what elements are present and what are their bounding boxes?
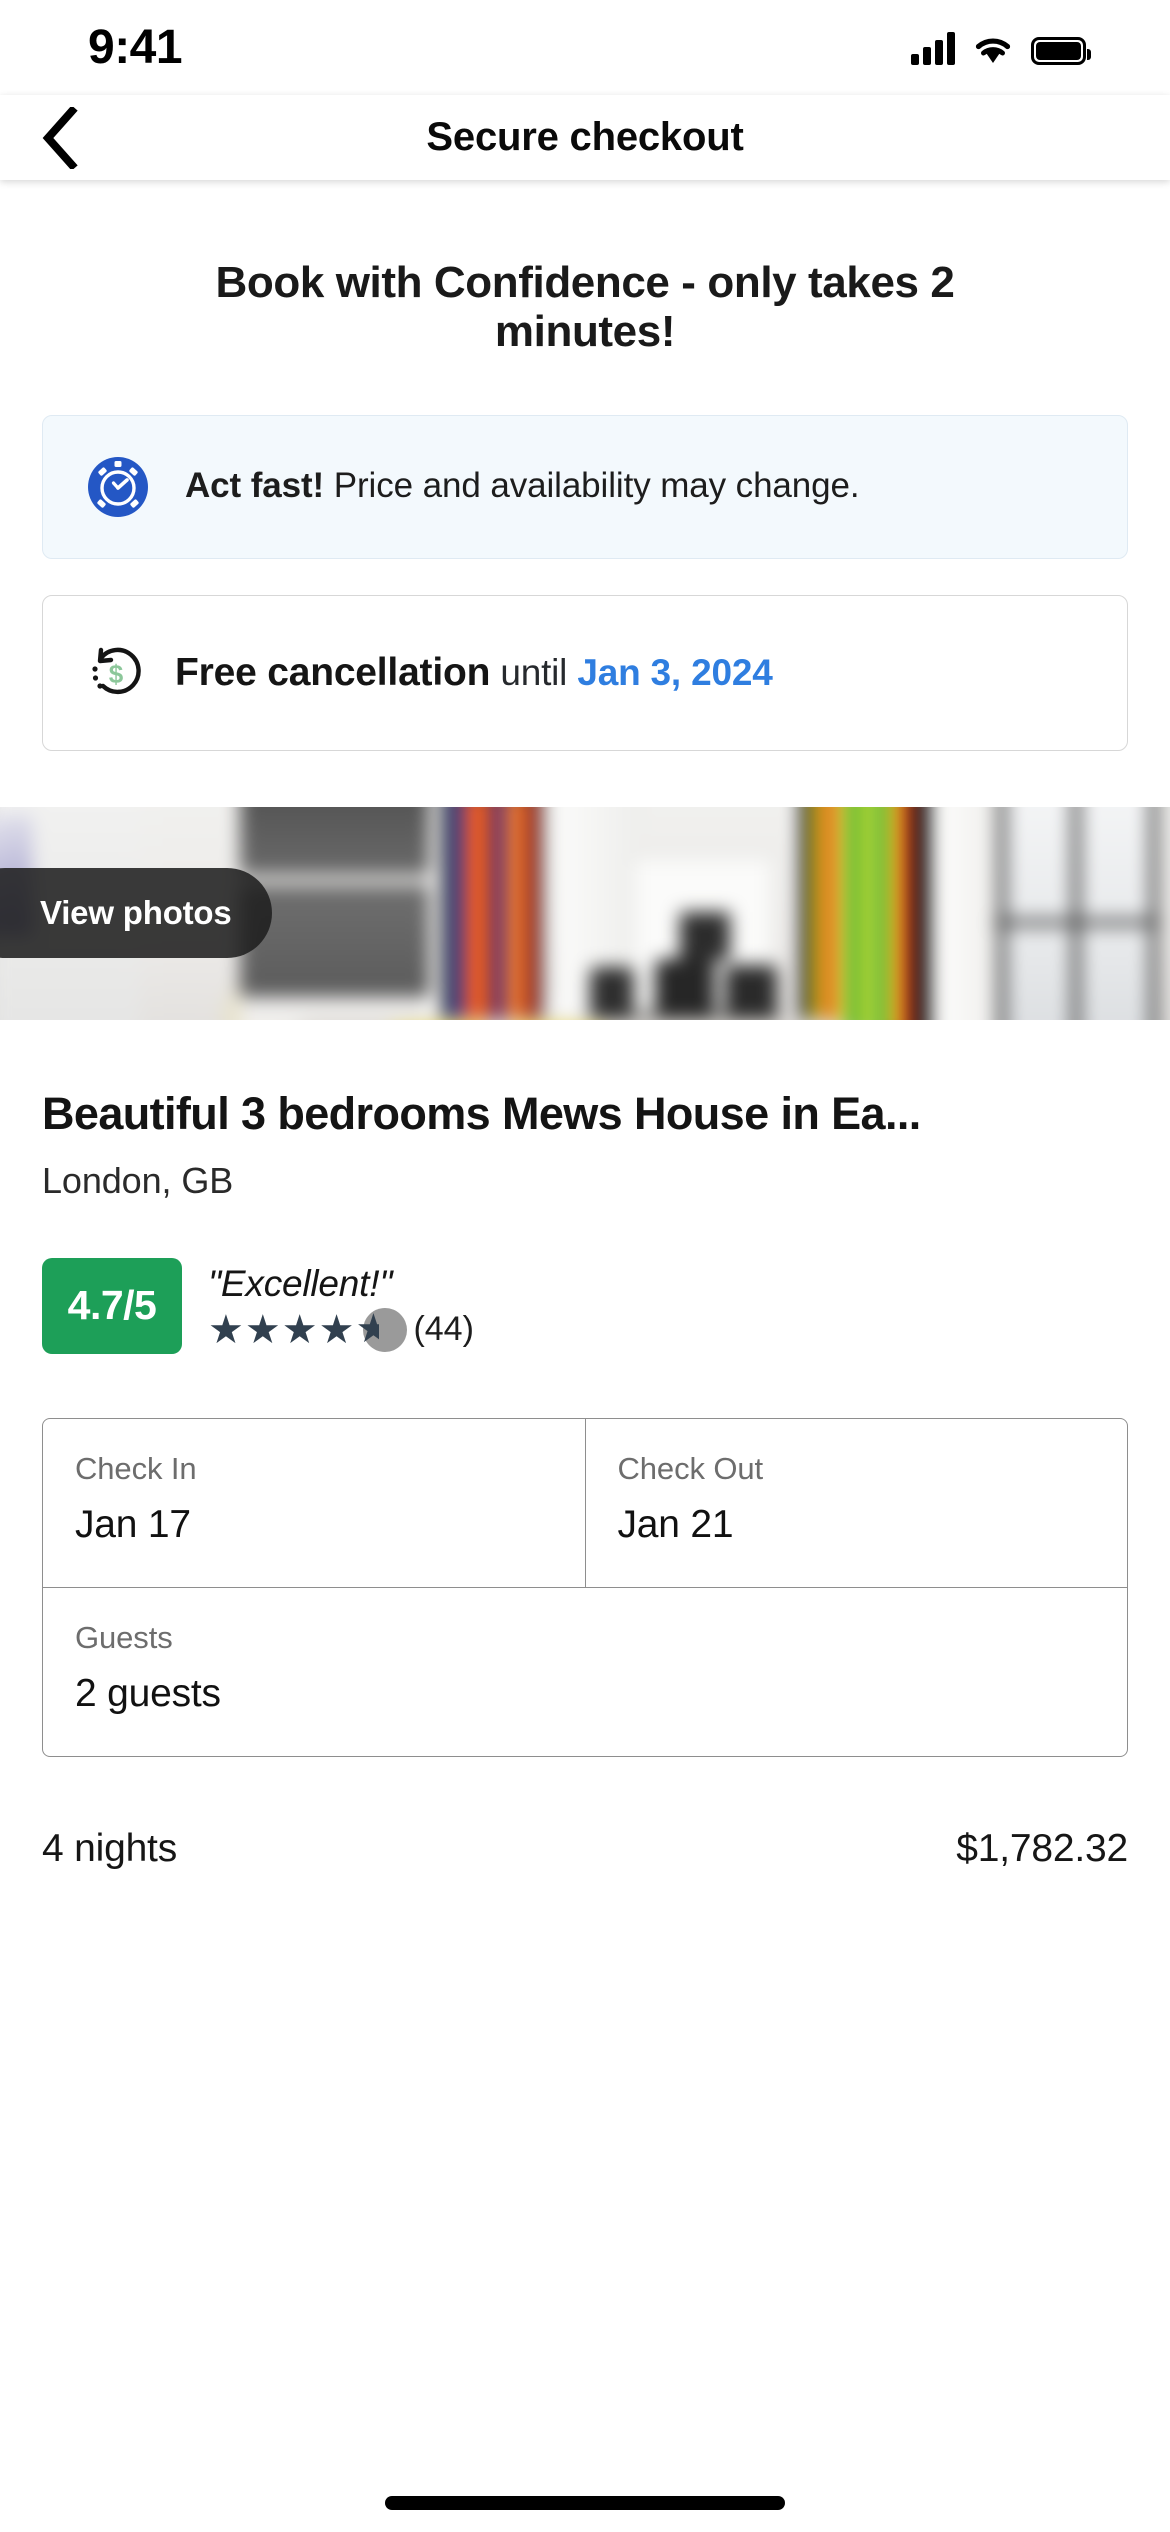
navigation-bar: Secure checkout [0, 95, 1170, 180]
dates-row: Check In Jan 17 Check Out Jan 21 [43, 1418, 1128, 1587]
star-icon: ★ [318, 1307, 356, 1352]
check-in-label: Check In [75, 1450, 197, 1486]
bottom-fade [0, 2442, 1170, 2532]
nights-label: 4 nights [42, 1826, 177, 1870]
money-back-refund-icon: $ [87, 644, 145, 702]
property-rating: 4.7/5 "Excellent!" ★ ★ ★ ★ ★ (44) [42, 1257, 1128, 1354]
signal-bars-icon [911, 31, 955, 65]
act-fast-body: Price and availability may change. [324, 466, 860, 506]
view-photos-button[interactable]: View photos [0, 868, 272, 959]
guests-field[interactable]: Guests 2 guests [43, 1588, 1127, 1756]
star-icon: ★ [208, 1307, 245, 1352]
checkout-screen: 9:41 Secure checkout Book with Confidenc… [0, 0, 1170, 2532]
star-icon: ★ [281, 1307, 319, 1352]
property-title: Beautiful 3 bedrooms Mews House in Ea... [42, 1087, 921, 1139]
act-fast-text: Act fast! Price and availability may cha… [185, 461, 860, 512]
guests-label: Guests [75, 1619, 173, 1655]
check-out-value: Jan 21 [617, 1502, 734, 1546]
property-summary: Beautiful 3 bedrooms Mews House in Ea...… [0, 1088, 1170, 1354]
act-fast-emphasis: Act fast! [185, 466, 325, 506]
rating-verdict: "Excellent!" [208, 1262, 393, 1304]
back-button[interactable] [27, 105, 93, 171]
confidence-headline: Book with Confidence - only takes 2 minu… [215, 258, 955, 357]
guests-value: 2 guests [75, 1671, 221, 1715]
property-photo[interactable]: View photos [0, 806, 1170, 1020]
status-bar: 9:41 [0, 0, 1170, 95]
star-rating: ★ ★ ★ ★ ★ [208, 1307, 408, 1352]
rating-score-badge: 4.7/5 [42, 1257, 182, 1354]
stopwatch-icon [87, 456, 149, 518]
check-in-value: Jan 17 [75, 1502, 191, 1546]
act-fast-banner: Act fast! Price and availability may cha… [42, 414, 1128, 559]
guests-row: Guests 2 guests [43, 1586, 1127, 1756]
battery-full-icon [1031, 36, 1091, 65]
total-amount: $1,782.32 [956, 1826, 1128, 1870]
status-bar-time: 9:41 [88, 21, 183, 74]
star-icon: ★ [244, 1307, 282, 1352]
checkout-content: Book with Confidence - only takes 2 minu… [0, 180, 1170, 1871]
status-bar-icons [911, 31, 1091, 65]
price-summary-row: 4 nights $1,782.32 [0, 1757, 1170, 1871]
check-in-field[interactable]: Check In Jan 17 [43, 1419, 585, 1587]
booking-details-grid: Check In Jan 17 Check Out Jan 21 Guests … [42, 1417, 1128, 1757]
free-cancellation-banner: $ Free cancellation until Jan 3, 2024 [42, 594, 1128, 751]
half-star-icon: ★ [355, 1307, 408, 1352]
check-out-field[interactable]: Check Out Jan 21 [584, 1418, 1128, 1587]
svg-text:$: $ [109, 659, 124, 689]
wifi-icon [972, 33, 1014, 65]
free-cancellation-until: until [500, 651, 568, 693]
free-cancellation-date[interactable]: Jan 3, 2024 [577, 652, 772, 693]
chevron-left-icon [42, 106, 78, 169]
free-cancellation-text: Free cancellation until Jan 3, 2024 [175, 651, 773, 695]
free-cancellation-emphasis: Free cancellation [175, 650, 491, 694]
review-count: (44) [413, 1310, 474, 1349]
property-location: London, GB [42, 1159, 234, 1201]
check-out-label: Check Out [617, 1450, 764, 1486]
rating-stars-row: ★ ★ ★ ★ ★ (44) [208, 1307, 474, 1352]
home-indicator[interactable] [385, 2496, 785, 2510]
page-title: Secure checkout [426, 115, 744, 159]
